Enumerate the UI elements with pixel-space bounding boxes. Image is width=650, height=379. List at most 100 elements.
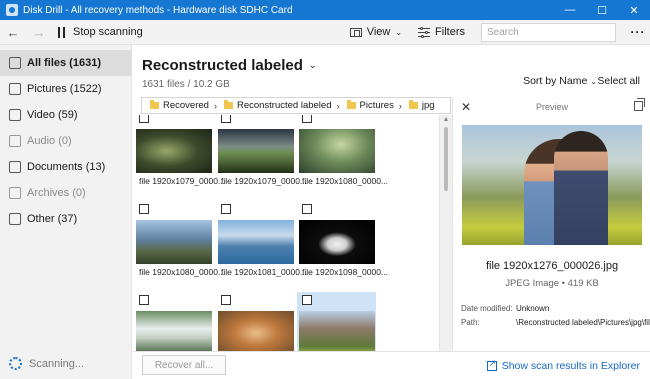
minimize-button[interactable]: — [554, 0, 586, 20]
file-tile[interactable]: file 1920x1081_0000... [216, 201, 307, 279]
back-arrow-icon[interactable]: ← [0, 20, 26, 45]
video-icon [9, 109, 21, 121]
date-modified-row: Date modified: Unknown [461, 304, 549, 313]
select-all-button[interactable]: Select all [597, 75, 640, 87]
sidebar-item-other[interactable]: Other (37) [0, 206, 131, 232]
file-tile[interactable]: file 1920x1098_0000... [297, 201, 388, 279]
more-options-icon[interactable]: ··· [626, 25, 650, 39]
show-in-explorer-link[interactable]: Show scan results in Explorer [486, 358, 640, 372]
sidebar-item-label: Audio (0) [27, 135, 72, 147]
documents-icon [9, 161, 21, 173]
stop-scanning-button[interactable]: Stop scanning [58, 26, 143, 38]
scrollbar-thumb[interactable] [444, 127, 448, 191]
forward-arrow-icon[interactable]: → [26, 20, 52, 45]
scanning-status: Scanning... [9, 357, 84, 370]
maximize-button[interactable]: ☐ [586, 0, 618, 20]
grid-scrollbar[interactable]: ▲ [439, 115, 452, 351]
file-thumbnail [136, 311, 212, 351]
preview-title: Preview [535, 102, 568, 112]
folder-icon [223, 100, 233, 109]
sidebar-item-label: Archives (0) [27, 187, 86, 199]
file-checkbox[interactable] [302, 204, 312, 214]
main-panel: Reconstructed labeled ⌄ 1631 files / 10.… [133, 45, 650, 379]
file-tile[interactable]: file 1920x1079_0000... [216, 115, 307, 188]
stop-scanning-label: Stop scanning [73, 26, 143, 38]
file-thumbnail [299, 311, 375, 351]
file-thumbnail [218, 220, 294, 264]
view-icon [349, 27, 362, 37]
breadcrumb: Recovered › Reconstructed labeled › Pict… [141, 97, 451, 114]
breadcrumb-label: Reconstructed labeled [236, 100, 332, 111]
file-tile-selected[interactable] [297, 292, 376, 351]
file-thumbnail [218, 129, 294, 173]
breadcrumb-item-jpg[interactable]: jpg [405, 100, 435, 111]
date-modified-value: Unknown [516, 304, 550, 313]
chevron-down-icon: ⌄ [590, 76, 597, 86]
file-name: file 1920x1080_0000... [139, 267, 226, 277]
chevron-down-icon: ⌄ [308, 60, 317, 70]
title-bar: Disk Drill - All recovery methods - Hard… [0, 0, 650, 20]
sidebar-item-video[interactable]: Video (59) [0, 102, 131, 128]
file-thumbnail [136, 129, 212, 173]
folder-icon [150, 100, 159, 109]
external-link-icon [486, 358, 497, 371]
file-tile[interactable]: file 1920x1080_0000... [297, 115, 388, 188]
recover-all-button[interactable]: Recover all... [142, 355, 226, 375]
file-tile[interactable] [216, 292, 295, 351]
sidebar-item-archives[interactable]: Archives (0) [0, 180, 131, 206]
sidebar-item-all-files[interactable]: All files (1631) [0, 50, 131, 76]
bottom-bar: Recover all... Show scan results in Expl… [133, 351, 650, 379]
preview-pane: ✕ Preview file 1920x1276_000026.jpg JPEG… [452, 97, 650, 351]
sidebar-item-pictures[interactable]: Pictures (1522) [0, 76, 131, 102]
file-checkbox[interactable] [302, 295, 312, 305]
file-checkbox[interactable] [302, 115, 312, 123]
file-checkbox[interactable] [221, 295, 231, 305]
scanning-label: Scanning... [29, 357, 85, 370]
other-icon [9, 213, 21, 225]
file-checkbox[interactable] [139, 204, 149, 214]
spinner-icon [9, 357, 22, 370]
file-checkbox[interactable] [139, 295, 149, 305]
copy-icon[interactable] [634, 98, 645, 111]
chevron-right-icon: › [213, 100, 217, 111]
all-files-icon [9, 57, 21, 69]
sort-dropdown[interactable]: Sort by Name ⌄ [523, 75, 597, 87]
pause-icon [58, 26, 65, 38]
scroll-up-arrow-icon[interactable]: ▲ [440, 115, 452, 125]
file-tile[interactable] [134, 292, 213, 351]
preview-file-meta: JPEG Image • 419 KB [505, 278, 599, 289]
sidebar-item-documents[interactable]: Documents (13) [0, 154, 131, 180]
close-window-button[interactable]: ✕ [618, 0, 650, 20]
file-name: file 1920x1080_0000... [302, 176, 389, 186]
breadcrumb-label: Recovered [163, 100, 209, 111]
breadcrumb-item-recovered[interactable]: Recovered [146, 100, 209, 111]
path-row: Path: \Reconstructed labeled\Pictures\jp… [461, 318, 650, 327]
date-modified-label: Date modified: [461, 304, 513, 313]
folder-icon [346, 100, 356, 109]
search-input[interactable] [481, 22, 616, 42]
file-name: file 1920x1079_0000... [139, 176, 226, 186]
pictures-icon [9, 83, 21, 95]
view-label: View [366, 26, 391, 38]
filters-button[interactable]: Filters [418, 26, 465, 38]
preview-header: ✕ Preview [453, 97, 650, 117]
disk-drill-app-icon [6, 4, 18, 16]
audio-icon [9, 135, 21, 147]
folder-icon [408, 100, 418, 109]
file-summary: 1631 files / 10.2 GB [142, 79, 230, 90]
file-checkbox[interactable] [139, 115, 149, 123]
folder-title-dropdown[interactable]: Reconstructed labeled ⌄ [142, 57, 316, 74]
toolbar: ← → Stop scanning View ⌄ Filters ··· [0, 20, 650, 45]
file-thumbnail [218, 311, 294, 351]
file-thumbnail [136, 220, 212, 264]
file-checkbox[interactable] [221, 115, 231, 123]
breadcrumb-item-pictures[interactable]: Pictures [343, 100, 394, 111]
view-menu-button[interactable]: View ⌄ [349, 26, 402, 38]
sidebar-item-label: Pictures (1522) [27, 83, 102, 95]
breadcrumb-item-reconstructed-labeled[interactable]: Reconstructed labeled [220, 100, 332, 111]
file-tile[interactable]: file 1920x1079_0000... [134, 115, 225, 188]
file-checkbox[interactable] [221, 204, 231, 214]
window-title: Disk Drill - All recovery methods - Hard… [23, 4, 293, 16]
file-tile[interactable]: file 1920x1080_0000... [134, 201, 225, 279]
sidebar-item-audio[interactable]: Audio (0) [0, 128, 131, 154]
